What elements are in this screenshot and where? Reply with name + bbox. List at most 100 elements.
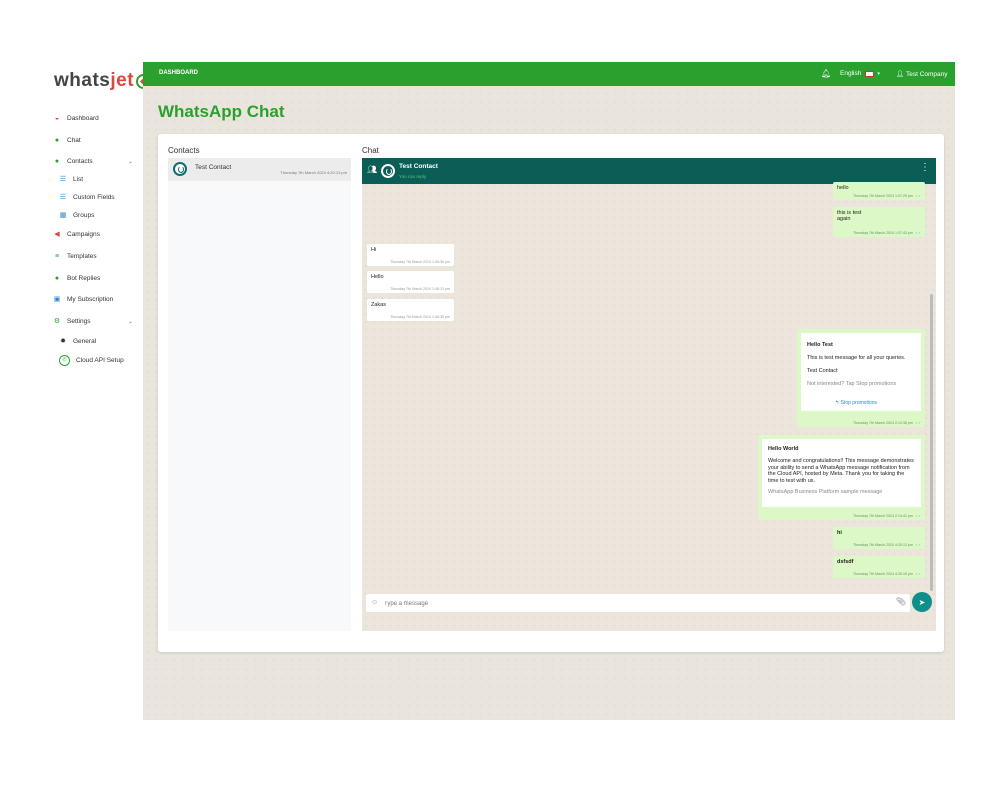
- chevron-down-icon: ⌄: [127, 318, 133, 325]
- check-icon: ✓✓: [914, 421, 921, 425]
- message-outgoing-template: Hello Test This is test message for all …: [797, 329, 925, 427]
- chat-card: Contacts Chat Test Contact Thursday 7th …: [158, 134, 944, 652]
- message-text: Hello: [371, 274, 384, 280]
- chat-contact-name: Test Contact: [399, 163, 438, 170]
- template-card: Hello World Welcome and congratulations!…: [762, 439, 921, 507]
- stop-promotions-button[interactable]: ↰ Stop promotions: [835, 400, 877, 406]
- main-area: DASHBOARD 🔔︎ English ▾ 👤︎ Test Company W…: [143, 62, 955, 720]
- message-outgoing: dsfsdf Thursday 7th March 2024 4:30:15 p…: [833, 556, 925, 578]
- emoji-icon[interactable]: ☺: [371, 599, 378, 606]
- message-outgoing: this is test again Thursday 7th March 20…: [833, 207, 925, 237]
- sidebar-item-templates[interactable]: ≡ Templates: [53, 250, 139, 262]
- sidebar-item-label: Contacts: [67, 157, 93, 165]
- sidebar-item-label: General: [73, 337, 97, 345]
- sidebar-item-label: Settings: [67, 317, 91, 325]
- contact-item[interactable]: Test Contact Thursday 7th March 2024 4:2…: [168, 158, 351, 181]
- sidebar-item-custom-fields[interactable]: ☰ Custom Fields: [59, 191, 145, 203]
- check-icon: ✓✓: [914, 543, 921, 547]
- check-icon: ✓✓: [914, 231, 921, 235]
- message-text: hi: [837, 530, 842, 536]
- send-button[interactable]: ➤: [912, 592, 932, 612]
- message-text-line2: again: [837, 216, 851, 222]
- sidebar-item-list[interactable]: ☰ List: [59, 173, 145, 185]
- sidebar-item-label: Groups: [73, 211, 95, 219]
- user-menu[interactable]: 👤︎ Test Company: [896, 70, 948, 78]
- contact-last-time: Thursday 7th March 2024 4:20:13 pm: [280, 170, 347, 175]
- contact-name: Test Contact: [195, 164, 232, 171]
- message-time: Thursday 7th March 2024 1:08:35 pm: [390, 315, 450, 319]
- chat-header: 👥︎ Test Contact You can reply ⋮: [362, 158, 936, 184]
- message-text: dsfsdf: [837, 559, 854, 565]
- message-composer: ☺ 📎︎: [366, 594, 910, 612]
- sidebar-item-chat[interactable]: ● Chat: [53, 134, 139, 146]
- groups-icon: ▦: [59, 211, 67, 219]
- sidebar-item-dashboard[interactable]: ◒ Dashboard: [53, 112, 139, 124]
- sidebar-item-settings[interactable]: ⚙ Settings ⌄: [53, 315, 139, 327]
- logo-text-jet: jet: [110, 70, 135, 91]
- kebab-icon[interactable]: ⋮: [920, 163, 930, 173]
- list-icon: ☰: [59, 175, 67, 183]
- avatar: [381, 164, 395, 178]
- sidebar-item-label: My Subscription: [67, 295, 114, 303]
- chevron-down-icon: ▾: [877, 70, 880, 77]
- sidebar-item-general[interactable]: ✹ General: [59, 335, 145, 347]
- language-label: English: [840, 70, 862, 77]
- chat-scrollbar[interactable]: [930, 294, 933, 591]
- sidebar-item-campaigns[interactable]: ◀ Campaigns: [53, 228, 139, 240]
- app-root: whats jet ◒ Dashboard ● Chat ● Contacts ⌄…: [45, 62, 955, 720]
- sidebar-item-groups[interactable]: ▦ Groups: [59, 209, 145, 221]
- send-icon: ➤: [918, 597, 926, 607]
- reply-icon: ↰: [835, 400, 840, 406]
- sidebar-item-label: Bot Replies: [67, 274, 101, 282]
- message-time: Thursday 7th March 2024 2:14:41 pm ✓✓: [853, 514, 921, 518]
- message-text: hello: [837, 185, 849, 191]
- message-time: Thursday 7th March 2024 4:20:13 pm ✓✓: [853, 543, 921, 547]
- logo-text-whats: whats: [54, 70, 111, 91]
- top-bar: DASHBOARD 🔔︎ English ▾ 👤︎ Test Company: [143, 62, 955, 86]
- message-time: Thursday 7th March 2024 1:07:29 pm ✓✓: [853, 194, 921, 198]
- template-card: Hello Test This is test message for all …: [801, 333, 921, 411]
- sidebar-item-bot-replies[interactable]: ● Bot Replies: [53, 272, 139, 284]
- template-body: Welcome and congratulations!! This messa…: [768, 458, 914, 484]
- template-header: Hello Test: [807, 342, 833, 348]
- message-input[interactable]: [382, 597, 886, 610]
- flag-icon: [865, 70, 875, 77]
- paperclip-icon[interactable]: 📎︎: [896, 597, 906, 606]
- sidebar-item-contacts[interactable]: ● Contacts ⌄: [53, 155, 139, 167]
- language-selector[interactable]: English ▾: [840, 70, 880, 77]
- avatar: [173, 162, 187, 176]
- template-header: Hello World: [768, 446, 799, 452]
- contacts-heading: Contacts: [168, 146, 200, 155]
- breadcrumb[interactable]: DASHBOARD: [159, 70, 198, 76]
- group-icon: 👥︎: [367, 165, 378, 174]
- message-incoming: Hello Thursday 7th March 2024 1:08:13 pm: [367, 271, 454, 293]
- whatsapp-icon: ✆: [59, 354, 70, 366]
- sidebar-item-my-subscription[interactable]: ▣ My Subscription: [53, 293, 139, 305]
- chat-icon: ●: [54, 136, 60, 144]
- contacts-icon: ●: [54, 157, 60, 165]
- template-footer: Not interested? Tap Stop promotions: [807, 381, 897, 387]
- bell-icon[interactable]: 🔔︎: [821, 69, 831, 78]
- sidebar-item-label: Custom Fields: [73, 193, 115, 201]
- message-time: Thursday 7th March 2024 4:30:15 pm ✓✓: [853, 572, 921, 576]
- sidebar: whats jet ◒ Dashboard ● Chat ● Contacts ⌄…: [45, 62, 152, 720]
- logo[interactable]: whats jet: [54, 70, 152, 92]
- templates-icon: ≡: [54, 252, 60, 260]
- template-body-line2: Test Contact: [807, 368, 838, 374]
- sidebar-item-cloud-api-setup[interactable]: ✆ Cloud API Setup: [59, 354, 145, 366]
- chat-panel: 👥︎ Test Contact You can reply ⋮ hello Th…: [362, 158, 936, 631]
- message-incoming: Zakas Thursday 7th March 2024 1:08:35 pm: [367, 299, 454, 321]
- chat-heading: Chat: [362, 146, 379, 155]
- check-icon: ✓✓: [914, 194, 921, 198]
- template-footer: WhatsApp Business Platform sample messag…: [768, 489, 883, 496]
- message-text: Zakas: [371, 302, 386, 308]
- template-body: This is test message for all your querie…: [807, 355, 906, 361]
- user-icon: 👤︎: [896, 71, 905, 78]
- bot-replies-icon: ●: [54, 274, 60, 282]
- sidebar-item-label: Dashboard: [67, 114, 99, 122]
- message-time: Thursday 7th March 2024 1:07:43 pm ✓✓: [853, 231, 921, 235]
- gear-icon: ✹: [60, 337, 66, 345]
- message-time: Thursday 7th March 2024 1:08:13 pm: [390, 287, 450, 291]
- custom-fields-icon: ☰: [59, 193, 67, 201]
- check-icon: ✓✓: [914, 572, 921, 576]
